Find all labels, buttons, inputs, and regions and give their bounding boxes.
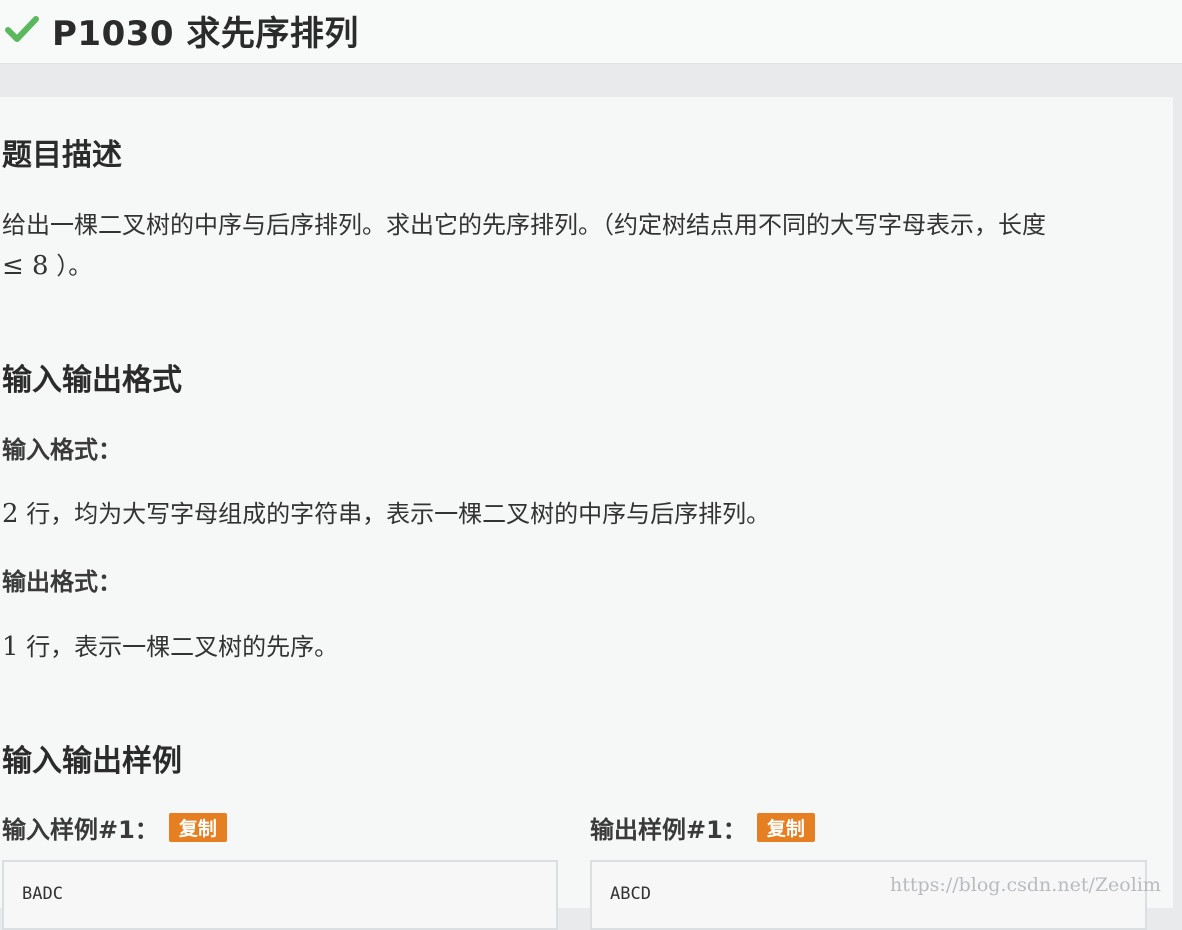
output-format-text: 1 行，表示一棵二叉树的先序。 <box>2 627 338 662</box>
problem-header: P1030 求先序排列 <box>0 0 1182 64</box>
input-sample-label: 输入样例#1： 复制 <box>2 810 227 845</box>
description-line-2: ≤ 8 ）。 <box>2 246 92 281</box>
check-icon <box>5 16 39 42</box>
description-heading: 题目描述 <box>2 138 122 173</box>
description-line-2-suffix: ）。 <box>56 252 93 280</box>
watermark: https://blog.csdn.net/Zeolim <box>890 874 1161 896</box>
copy-output-button[interactable]: 复制 <box>756 813 815 842</box>
input-format-label: 输入格式： <box>2 436 122 464</box>
input-sample-box[interactable]: BADC <box>2 860 558 930</box>
io-format-heading: 输入输出格式 <box>2 363 182 398</box>
output-sample-value: ABCD <box>610 884 651 904</box>
input-sample-title: 输入样例#1： <box>2 816 159 844</box>
description-line-1: 给出一棵二叉树的中序与后序排列。求出它的先序排列。（约定树结点用不同的大写字母表… <box>2 211 1046 239</box>
samples-heading: 输入输出样例 <box>2 744 182 779</box>
length-constraint: ≤ 8 <box>2 251 49 281</box>
input-sample-value: BADC <box>22 884 63 904</box>
input-format-text: 2 行，均为大写字母组成的字符串，表示一棵二叉树的中序与后序排列。 <box>2 494 770 529</box>
output-format-description: 行，表示一棵二叉树的先序。 <box>26 633 339 661</box>
output-sample-title: 输出样例#1： <box>590 816 747 844</box>
copy-input-button[interactable]: 复制 <box>168 813 227 842</box>
output-line-count: 1 <box>2 632 19 662</box>
output-format-label: 输出格式： <box>2 568 122 596</box>
input-format-description: 行，均为大写字母组成的字符串，表示一棵二叉树的中序与后序排列。 <box>26 500 771 528</box>
output-sample-label: 输出样例#1： 复制 <box>590 810 815 845</box>
input-line-count: 2 <box>2 499 19 529</box>
problem-title: P1030 求先序排列 <box>52 14 359 54</box>
